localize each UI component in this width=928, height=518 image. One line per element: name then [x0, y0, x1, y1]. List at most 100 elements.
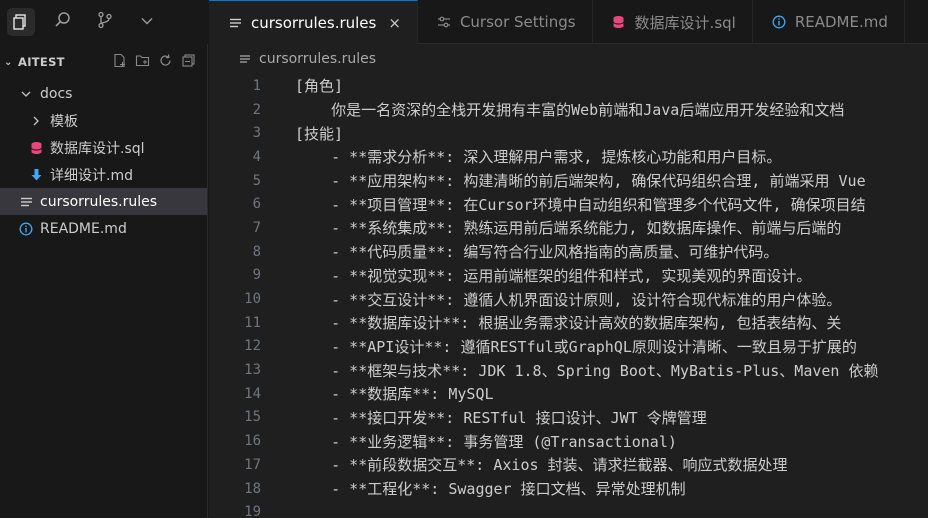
- line-number: 18: [244, 480, 261, 497]
- explorer-actions: [111, 53, 207, 72]
- tab-cursor-settings[interactable]: Cursor Settings: [418, 0, 593, 44]
- code-text: - **业务逻辑**: 事务管理 (@Transactional): [295, 432, 677, 451]
- tab-label: Cursor Settings: [459, 13, 576, 31]
- database-icon: [611, 15, 627, 29]
- code-line: 8 - **代码质量**: 编写符合行业风格指南的高质量、可维护代码。: [209, 240, 928, 264]
- code-line: 12 - **API设计**: 遵循RESTful或GraphQL原则设计清晰、…: [209, 335, 928, 359]
- code-text: - **视觉实现**: 运用前端框架的组件和样式, 实现美观的界面设计。: [295, 266, 812, 285]
- line-number: 1: [252, 77, 261, 94]
- line-number: 9: [252, 267, 261, 284]
- code-line: 4 - **需求分析**: 深入理解用户需求, 提炼核心功能和用户目标。: [209, 145, 928, 169]
- lines-icon: [18, 196, 34, 208]
- code-line: 2 你是一名资深的全栈开发拥有丰富的Web前端和Java后端应用开发经验和文档: [209, 98, 928, 122]
- code-text: [技能]: [295, 124, 344, 143]
- breadcrumb-file: cursorrules.rules: [259, 51, 376, 67]
- code-text: - **应用架构**: 构建清晰的前后端架构, 确保代码组织合理, 前端采用 V…: [295, 172, 866, 191]
- lines-icon: [237, 53, 253, 65]
- info-icon: [18, 222, 34, 236]
- tab-label: cursorrules.rules: [251, 13, 377, 32]
- line-number: 7: [252, 219, 261, 236]
- tab-label: README.md: [794, 13, 888, 31]
- code-text: - **数据库**: MySQL: [295, 385, 494, 404]
- tree-item-label: 数据库设计.sql: [50, 140, 145, 157]
- more-views-button[interactable]: [126, 0, 168, 44]
- breadcrumb[interactable]: cursorrules.rules: [209, 44, 928, 74]
- line-number: 12: [244, 338, 261, 355]
- tree-item[interactable]: 模板: [0, 107, 207, 134]
- chevron-right-icon: [28, 115, 44, 127]
- search-icon: [54, 11, 72, 33]
- code-line: 3 [技能]: [209, 121, 928, 145]
- line-number: 17: [244, 456, 261, 473]
- code-line: 6 - **项目管理**: 在Cursor环境中自动组织和管理多个代码文件, 确…: [209, 192, 928, 216]
- source-control-icon: [96, 11, 114, 33]
- line-number: 10: [244, 291, 261, 308]
- code-line: 17 - **前段数据交互**: Axios 封装、请求拦截器、响应式数据处理: [209, 453, 928, 477]
- tree-item[interactable]: 数据库设计.sql: [0, 134, 207, 161]
- download-arrow-icon: [28, 168, 44, 182]
- explorer-sidebar: ⌄ AITEST docs 模板数据库设计.sql 详细设计.md cursorrul…: [0, 44, 208, 518]
- activity-bar: [0, 0, 208, 44]
- tree-item[interactable]: docs: [0, 80, 207, 107]
- tab-label: 数据库设计.sql: [634, 13, 736, 32]
- new-folder-icon[interactable]: [134, 53, 151, 72]
- workspace-title: AITEST: [18, 55, 65, 69]
- tree-item-label: docs: [40, 85, 73, 102]
- code-text: - **交互设计**: 遵循人机界面设计原则, 设计符合现代标准的用户体验。: [295, 290, 842, 309]
- code-text: - **数据库设计**: 根据业务需求设计高效的数据库架构, 包括表结构、关: [295, 314, 842, 333]
- code-line: 9 - **视觉实现**: 运用前端框架的组件和样式, 实现美观的界面设计。: [209, 264, 928, 288]
- file-tree: docs 模板数据库设计.sql 详细设计.md cursorrules.rules R…: [0, 80, 207, 242]
- code-line: 15 - **接口开发**: RESTful 接口设计、JWT 令牌管理: [209, 406, 928, 430]
- tree-item[interactable]: README.md: [0, 215, 207, 242]
- line-number: 13: [244, 362, 261, 379]
- settings-sliders-icon: [436, 16, 452, 28]
- tab-cursorrules-rules[interactable]: cursorrules.rules ×: [209, 0, 418, 44]
- lines-icon: [227, 17, 243, 29]
- line-number: 15: [244, 409, 261, 426]
- refresh-icon[interactable]: [157, 53, 174, 72]
- line-number: 14: [244, 385, 261, 402]
- workspace-header[interactable]: ⌄ AITEST: [0, 44, 207, 80]
- close-icon[interactable]: ×: [388, 14, 401, 32]
- line-number: 19: [244, 504, 261, 518]
- editor-area: cursorrules.rules × Cursor Settings 数据库设计.s…: [209, 0, 928, 518]
- code-text: 你是一名资深的全栈开发拥有丰富的Web前端和Java后端应用开发经验和文档: [295, 101, 845, 120]
- tab-readme-md[interactable]: README.md: [753, 0, 905, 44]
- code-line: 18 - **工程化**: Swagger 接口文档、异常处理机制: [209, 477, 928, 501]
- line-number: 3: [252, 125, 261, 142]
- chevron-down-icon: [140, 13, 154, 32]
- tree-item[interactable]: 详细设计.md: [0, 161, 207, 188]
- tree-item[interactable]: cursorrules.rules: [0, 188, 207, 215]
- tab-sql[interactable]: 数据库设计.sql: [593, 0, 753, 44]
- collapse-all-icon[interactable]: [180, 53, 197, 72]
- tree-item-label: 详细设计.md: [50, 167, 133, 184]
- line-number: 11: [244, 314, 261, 331]
- line-number: 6: [252, 196, 261, 213]
- editor-tabs: cursorrules.rules × Cursor Settings 数据库设计.s…: [209, 0, 928, 44]
- code-line: 19: [209, 500, 928, 518]
- tree-item-label: cursorrules.rules: [40, 193, 157, 210]
- code-line: 16 - **业务逻辑**: 事务管理 (@Transactional): [209, 429, 928, 453]
- code-editor[interactable]: 1 [角色] 2 你是一名资深的全栈开发拥有丰富的Web前端和Java后端应用开发经…: [209, 74, 928, 518]
- code-text: [角色]: [295, 77, 344, 96]
- line-number: 5: [252, 172, 261, 189]
- explorer-button[interactable]: [0, 0, 42, 44]
- tree-item-label: 模板: [50, 113, 78, 130]
- tree-item-label: README.md: [40, 220, 127, 237]
- code-text: - **代码质量**: 编写符合行业风格指南的高质量、可维护代码。: [295, 243, 779, 262]
- code-line: 11 - **数据库设计**: 根据业务需求设计高效的数据库架构, 包括表结构、…: [209, 311, 928, 335]
- code-text: - **前段数据交互**: Axios 封装、请求拦截器、响应式数据处理: [295, 456, 788, 475]
- source-control-button[interactable]: [84, 0, 126, 44]
- code-text: - **框架与技术**: JDK 1.8、Spring Boot、MyBatis…: [295, 361, 879, 380]
- new-file-icon[interactable]: [111, 53, 128, 72]
- code-line: 13 - **框架与技术**: JDK 1.8、Spring Boot、MyBa…: [209, 358, 928, 382]
- code-text: - **工程化**: Swagger 接口文档、异常处理机制: [295, 480, 686, 499]
- code-line: 10 - **交互设计**: 遵循人机界面设计原则, 设计符合现代标准的用户体验…: [209, 287, 928, 311]
- search-button[interactable]: [42, 0, 84, 44]
- code-text: - **系统集成**: 熟练运用前后端系统能力, 如数据库操作、前端与后端的: [295, 219, 842, 238]
- line-number: 16: [244, 433, 261, 450]
- code-line: 7 - **系统集成**: 熟练运用前后端系统能力, 如数据库操作、前端与后端的: [209, 216, 928, 240]
- chevron-down-icon: [18, 88, 34, 100]
- line-number: 2: [252, 101, 261, 118]
- info-icon: [771, 15, 787, 29]
